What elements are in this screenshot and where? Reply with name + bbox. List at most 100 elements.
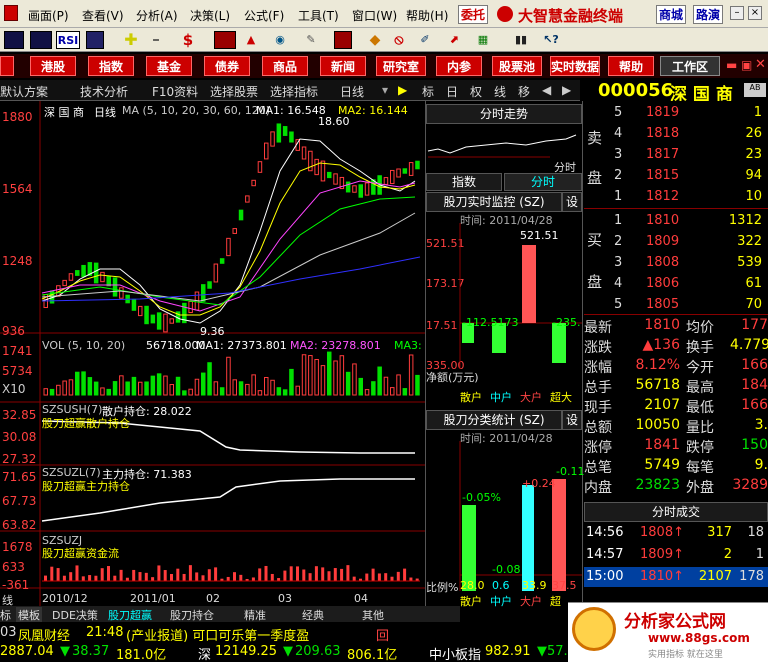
candle — [257, 161, 263, 173]
nav-left-icon[interactable] — [0, 56, 14, 76]
nav-insider[interactable]: 内参 — [436, 56, 482, 76]
nav-news[interactable]: 新闻 — [320, 56, 366, 76]
monitor-value-1: -112.5173 — [462, 316, 519, 329]
monitor-settings-button[interactable]: 设 — [562, 192, 582, 212]
tab-select-indicator[interactable]: 选择指标 — [270, 83, 318, 100]
nav-hk-stock[interactable]: 港股 — [30, 56, 76, 76]
nav-bond[interactable]: 债券 — [204, 56, 250, 76]
window-restore-icon[interactable]: ▣ — [741, 58, 752, 72]
diamond-icon[interactable]: ◆ — [366, 31, 384, 49]
menu-window[interactable]: 窗口(W) — [352, 7, 397, 24]
stat-label: 涨幅 — [584, 360, 612, 376]
nav-index[interactable]: 指数 — [88, 56, 134, 76]
dropdown-icon[interactable]: ▾ — [382, 83, 388, 97]
roadshow-button[interactable]: 路演 — [693, 5, 724, 24]
tab-day[interactable]: 日 — [446, 83, 458, 100]
flow-bar — [176, 568, 180, 581]
tab-technical[interactable]: 技术分析 — [80, 83, 128, 100]
close-icon[interactable]: × — [748, 6, 762, 20]
volume-bar — [383, 376, 389, 396]
rsi-tool-button[interactable]: RSI — [56, 31, 80, 49]
date-1: 2010/12 — [42, 592, 88, 605]
window-min-icon[interactable]: ▬ — [726, 58, 737, 72]
play-icon[interactable]: ▶ — [398, 83, 407, 97]
book-icon[interactable] — [334, 31, 352, 49]
ticker-headline[interactable]: (产业报道) 可口可乐第一季度盈 — [126, 625, 309, 644]
next-icon[interactable]: ▶ — [562, 83, 571, 97]
commission-button[interactable]: 委托 — [458, 5, 489, 24]
help-pointer-icon[interactable]: ↖? — [542, 31, 560, 49]
class-settings-button[interactable]: 设 — [562, 410, 582, 430]
bars-icon[interactable]: ▮▮ — [510, 31, 532, 49]
volume-bar — [345, 371, 351, 396]
volume-bar — [358, 377, 363, 396]
level2-icon[interactable] — [214, 31, 236, 49]
candle — [68, 273, 74, 281]
flag-icon[interactable]: ▲ — [242, 31, 260, 49]
nav-help[interactable]: 帮助 — [608, 56, 654, 76]
tab-mark[interactable]: 标 — [422, 83, 434, 100]
news-ticker[interactable]: 03 凤凰财经 21:48 (产业报道) 可口可乐第一季度盈 回 — [0, 622, 585, 644]
menu-help[interactable]: 帮助(H) — [406, 7, 448, 24]
chart-up-icon[interactable]: ⬈ — [444, 31, 464, 49]
tab-move[interactable]: 移 — [518, 83, 530, 100]
btab-holding[interactable]: 股刀持仓 — [170, 607, 214, 623]
volume-bar — [56, 384, 61, 396]
menu-view[interactable]: 查看(V) — [82, 7, 124, 24]
candle — [396, 168, 401, 178]
sell-level: 4 — [614, 126, 623, 141]
prev-icon[interactable]: ◀ — [542, 83, 551, 97]
nav-realtime-data[interactable]: 实时数据 — [550, 56, 600, 76]
flow-bar — [144, 572, 148, 581]
ratio-retail: 28.0 — [460, 579, 485, 592]
tab-select-stock[interactable]: 选择股票 — [210, 83, 258, 100]
stat-label: 最高 — [686, 380, 714, 396]
btab-mark[interactable]: 标 — [0, 607, 11, 623]
ruler-icon[interactable]: ⎯ — [146, 31, 166, 49]
menu-decision[interactable]: 决策(L) — [190, 7, 230, 24]
tab-right[interactable]: 权 — [470, 83, 482, 100]
pin-icon[interactable]: ✎ — [302, 31, 320, 49]
btab-dde[interactable]: DDE决策 — [52, 607, 98, 623]
crosshair-icon[interactable]: ✚ — [122, 31, 140, 49]
btab-super-win[interactable]: 股刀超赢 — [108, 607, 152, 623]
menu-tools[interactable]: 工具(T) — [298, 7, 339, 24]
chart-tool-icon[interactable] — [86, 31, 104, 49]
tab-index-mid[interactable]: 指数 — [426, 173, 502, 191]
btab-template[interactable]: 模板 — [16, 607, 42, 623]
stop-icon[interactable]: ⦸ — [390, 31, 408, 49]
btab-other[interactable]: 其他 — [362, 607, 384, 623]
kline-tool-icon[interactable] — [4, 31, 24, 49]
nav-commodity[interactable]: 商品 — [262, 56, 308, 76]
minimize-icon[interactable]: – — [730, 6, 744, 20]
price-axis-1: 1880 — [2, 110, 33, 124]
tab-daily[interactable]: 日线 — [340, 83, 364, 100]
kline-chart[interactable] — [0, 101, 425, 606]
index-ticker-item: 2887.04 — [0, 644, 54, 659]
chart-period: 日线 — [94, 106, 116, 119]
binoculars-icon[interactable]: ◉ — [270, 31, 290, 49]
btab-precise[interactable]: 精准 — [244, 607, 266, 623]
tab-default-scheme[interactable]: 默认方案 — [0, 83, 48, 100]
mall-button[interactable]: 商城 — [656, 5, 687, 24]
nav-workspace[interactable]: 工作区 — [660, 56, 720, 76]
tab-f10[interactable]: F10资料 — [152, 83, 198, 100]
nav-research[interactable]: 研究室 — [376, 56, 426, 76]
flow-bar — [340, 568, 344, 581]
ticker-return[interactable]: 回 — [376, 625, 389, 644]
dollar-tool-button[interactable]: $ — [180, 31, 196, 49]
btab-classic[interactable]: 经典 — [302, 607, 324, 623]
menu-picture[interactable]: 画面(P) — [28, 7, 69, 24]
nav-fund[interactable]: 基金 — [146, 56, 192, 76]
window-close-icon[interactable]: ✕ — [755, 57, 766, 72]
menu-analysis[interactable]: 分析(A) — [136, 7, 178, 24]
timechart-title[interactable]: 分时走势 — [426, 104, 582, 124]
pen-icon[interactable]: ✐ — [416, 31, 434, 49]
sz2-axis-2: 67.73 — [2, 494, 37, 508]
nav-stock-pool[interactable]: 股票池 — [492, 56, 542, 76]
bar-tool-icon[interactable] — [30, 31, 52, 49]
tab-time-mid[interactable]: 分时 — [504, 173, 582, 191]
tab-line[interactable]: 线 — [494, 83, 506, 100]
grid-icon[interactable]: ▦ — [472, 31, 494, 49]
menu-formula[interactable]: 公式(F) — [244, 7, 284, 24]
